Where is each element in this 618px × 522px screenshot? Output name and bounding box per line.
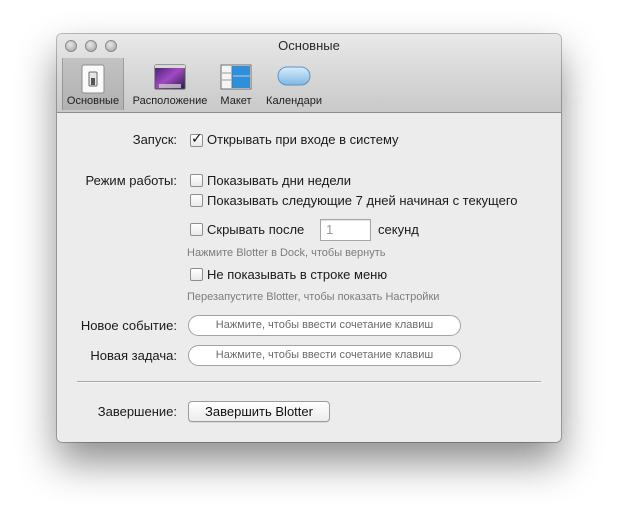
quit-label: Завершение: <box>97 404 177 419</box>
tab-label: Календари <box>266 95 322 107</box>
preferences-window: Основные Основные Расположение Макет Кал… <box>57 34 561 442</box>
tab-label: Расположение <box>132 95 208 107</box>
separator <box>77 381 541 383</box>
new-task-label: Новая задача: <box>90 348 177 363</box>
show-next-7-days-checkbox[interactable] <box>190 194 203 207</box>
layout-icon <box>220 64 252 95</box>
quit-blotter-button[interactable]: Завершить Blotter <box>188 401 330 422</box>
tab-label: Макет <box>220 95 252 107</box>
hide-after-seconds-input[interactable]: 1 <box>320 219 371 241</box>
tab-location[interactable]: Расположение <box>129 58 211 110</box>
new-event-shortcut-field[interactable]: Нажмите, чтобы ввести сочетание клавиш <box>188 315 461 336</box>
calendar-pill-icon <box>277 64 311 93</box>
show-weekdays-checkbox[interactable] <box>190 174 203 187</box>
tab-label: Основные <box>66 95 120 107</box>
window-title: Основные <box>278 38 340 53</box>
seconds-unit-label: секунд <box>378 222 419 237</box>
menubar-hint: Перезапустите Blotter, чтобы показать На… <box>187 291 440 303</box>
toolbar: Основные Основные Расположение Макет Кал… <box>57 34 561 113</box>
launch-label: Запуск: <box>132 132 177 147</box>
desktop-icon <box>154 64 186 95</box>
show-weekdays-label[interactable]: Показывать дни недели <box>207 173 351 188</box>
switch-icon <box>81 64 105 99</box>
new-task-shortcut-field[interactable]: Нажмите, чтобы ввести сочетание клавиш <box>188 345 461 366</box>
hide-after-hint: Нажмите Blotter в Dock, чтобы вернуть <box>187 247 386 259</box>
mode-label: Режим работы: <box>85 173 177 188</box>
open-at-login-checkbox[interactable]: ✓ <box>190 130 203 147</box>
show-next-7-days-label[interactable]: Показывать следующие 7 дней начиная с те… <box>207 193 518 208</box>
tab-layout[interactable]: Макет <box>215 58 257 110</box>
new-event-label: Новое событие: <box>80 318 177 333</box>
hide-after-label[interactable]: Скрывать после <box>207 222 304 237</box>
tab-calendars[interactable]: Календари <box>262 58 326 110</box>
hide-after-checkbox[interactable] <box>190 223 203 236</box>
hide-menubar-checkbox[interactable] <box>190 268 203 281</box>
open-at-login-label[interactable]: Открывать при входе в систему <box>207 132 399 147</box>
tab-general[interactable]: Основные <box>62 58 124 110</box>
hide-menubar-label[interactable]: Не показывать в строке меню <box>207 267 387 282</box>
checkmark-icon: ✓ <box>191 130 203 146</box>
